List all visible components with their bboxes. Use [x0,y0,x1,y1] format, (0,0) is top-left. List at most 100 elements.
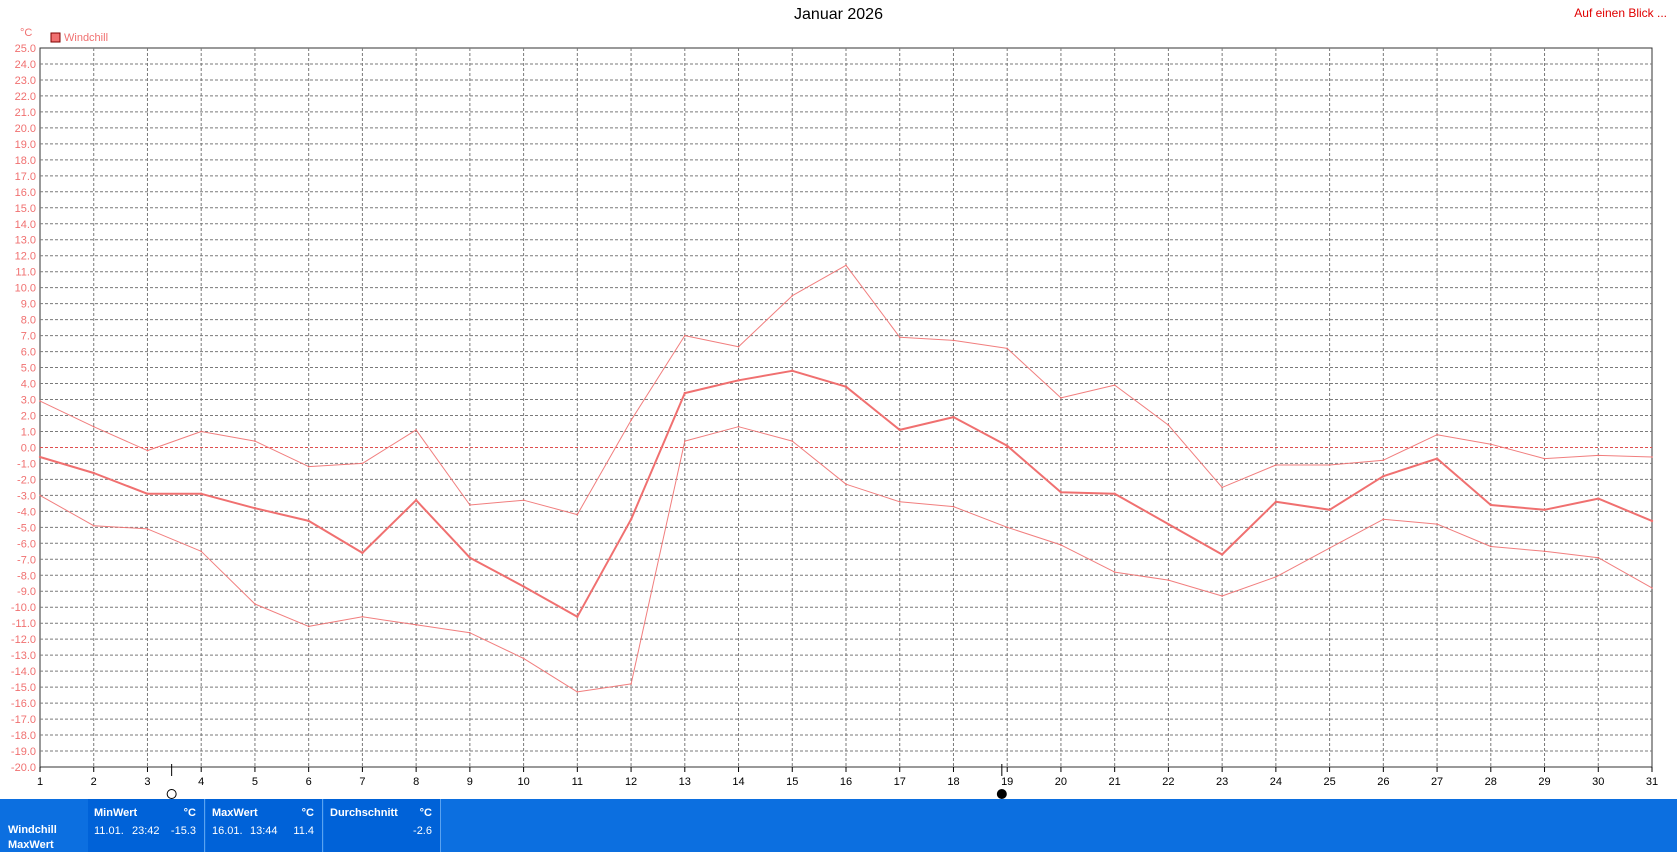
data-point-max [361,462,364,465]
max-header: MaxWert [212,807,258,819]
y-tick-label: -15.0 [11,682,36,694]
data-point-min [1490,545,1492,548]
data-point-max [1113,384,1116,386]
data-point-min [1382,518,1385,521]
data-point-average [1113,492,1116,495]
min-value: -15.3 [170,825,196,837]
legend-label: Windchill [64,32,108,44]
x-tick-label: 8 [413,776,419,788]
x-axis-ticks: 1 2 3 4 5 6 7 8 9 10 11 12 13 14 15 16 17 18 19 20 21 22 23 24 2… [37,767,1658,788]
data-point-max [1651,456,1653,458]
x-tick-label: 20 [1055,776,1067,788]
data-point-average [844,385,848,388]
row-label-maxwert: MaxWert [8,839,54,851]
data-point-max [737,345,740,348]
statistics-bar: Windchill MaxWert MinWert °C 11.01. 23:4… [0,799,1677,852]
y-tick-label: -4.0 [17,506,36,518]
y-tick-label: -19.0 [11,746,36,758]
data-point-min [39,494,41,497]
x-tick-label: 10 [517,776,529,788]
y-tick-label: 11.0 [15,267,36,279]
data-point-max [1221,486,1223,489]
data-point-min [1275,576,1277,578]
y-tick-label: 12.0 [15,251,36,263]
min-time: 23:42 [132,825,160,837]
data-point-average [1220,553,1224,556]
data-point-max [576,513,579,516]
data-point-min [898,500,901,503]
data-point-average [522,585,525,588]
y-tick-label: 17.0 [15,171,36,183]
x-tick-label: 19 [1001,776,1013,788]
x-tick-label: 5 [252,776,258,788]
y-tick-label: -3.0 [17,490,36,502]
data-point-average [952,415,955,419]
x-tick-label: 1 [37,776,43,788]
min-header: MinWert [94,807,138,819]
y-tick-label: 23.0 [15,75,36,87]
y-tick-label: -1.0 [17,458,36,470]
min-value-panel: MinWert °C 11.01. 23:42 -15.3 [88,799,205,852]
data-point-min [737,425,740,428]
x-tick-label: 9 [467,776,473,788]
data-point-min [684,440,686,442]
full-moon-icon [996,789,1007,799]
x-tick-label: 24 [1270,776,1282,788]
max-unit: °C [301,807,314,819]
data-point-average [92,471,95,475]
data-point-max [254,440,256,442]
grid [39,47,1653,768]
data-point-max [1382,459,1385,462]
x-tick-label: 14 [732,776,744,788]
data-point-max [1328,464,1331,466]
y-tick-label: -10.0 [11,602,36,614]
min-unit: °C [183,807,196,819]
x-tick-label: 23 [1216,776,1228,788]
data-point-min [1006,526,1008,529]
y-tick-label: -7.0 [17,554,36,566]
x-tick-label: 11 [572,776,583,788]
y-tick-label: -8.0 [17,570,36,582]
new-moon-icon [166,789,177,799]
y-tick-label: 1.0 [21,426,36,438]
data-point-min [146,528,149,530]
y-tick-label: 13.0 [15,235,36,247]
x-tick-label: 22 [1162,776,1174,788]
data-point-average [1543,508,1546,511]
data-point-average [629,518,633,521]
max-value: 11.4 [293,825,314,837]
data-point-min [630,683,632,685]
data-point-min [1328,547,1331,549]
data-point-average [737,379,740,382]
y-tick-label: 10.0 [15,283,36,295]
y-tick-label: -14.0 [11,666,36,678]
data-point-average [1167,522,1170,526]
y-tick-label: -11.0 [12,618,36,630]
data-point-average [1382,475,1385,478]
y-tick-label: 14.0 [15,219,36,231]
y-tick-label: -13.0 [11,650,36,662]
data-point-min [1651,587,1653,589]
data-point-average [1597,497,1600,500]
data-point-min [1060,544,1062,546]
data-point-max [952,339,955,342]
x-tick-label: 6 [306,776,312,788]
y-tick-label: 5.0 [21,363,36,375]
x-tick-label: 2 [91,776,97,788]
x-tick-label: 30 [1592,776,1604,788]
y-tick-label: -2.0 [17,474,36,486]
x-tick-label: 18 [947,776,959,788]
data-point-average [361,551,364,555]
y-tick-label: 9.0 [21,299,36,311]
y-tick-label: 8.0 [21,315,36,327]
y-tick-label: 3.0 [21,395,36,407]
data-point-min [791,440,794,442]
data-point-average [253,506,257,510]
data-point-min [952,505,955,508]
data-point-average [1059,490,1063,494]
data-point-average [1489,503,1493,507]
x-tick-label: 12 [625,776,637,788]
data-point-average [468,556,472,559]
y-tick-label: 20.0 [15,123,36,135]
data-point-min [415,623,417,626]
